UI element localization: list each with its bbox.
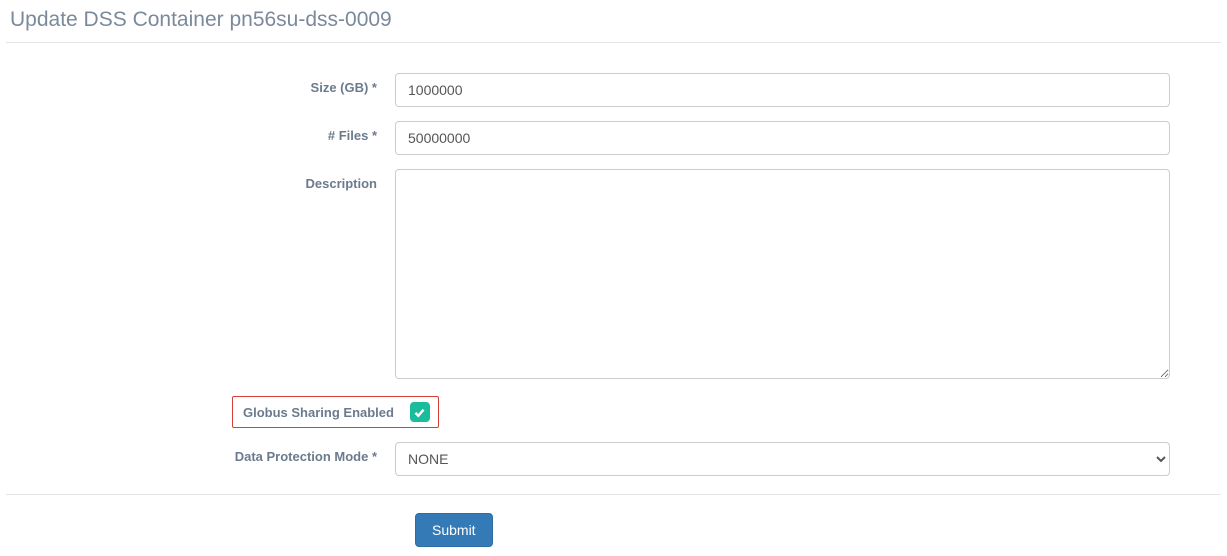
protection-select[interactable]: NONE (395, 442, 1170, 476)
page-title: Update DSS Container pn56su-dss-0009 (6, 0, 1221, 43)
row-description: Description (0, 169, 1227, 382)
label-files: # Files * (0, 121, 395, 143)
check-icon (413, 406, 426, 419)
description-textarea[interactable] (395, 169, 1170, 379)
label-protection: Data Protection Mode * (0, 442, 395, 464)
size-input[interactable] (395, 73, 1170, 107)
container-form: Size (GB) * # Files * Description Globus… (0, 43, 1227, 476)
row-protection: Data Protection Mode * NONE (0, 442, 1227, 476)
label-size: Size (GB) * (0, 73, 395, 95)
label-description: Description (0, 169, 395, 191)
globus-checkbox[interactable] (410, 402, 430, 422)
row-files: # Files * (0, 121, 1227, 155)
globus-highlight: Globus Sharing Enabled (232, 396, 439, 428)
submit-row: Submit (0, 495, 1227, 547)
label-globus: Globus Sharing Enabled (243, 405, 394, 420)
submit-button[interactable]: Submit (415, 513, 493, 547)
files-input[interactable] (395, 121, 1170, 155)
row-size: Size (GB) * (0, 73, 1227, 107)
